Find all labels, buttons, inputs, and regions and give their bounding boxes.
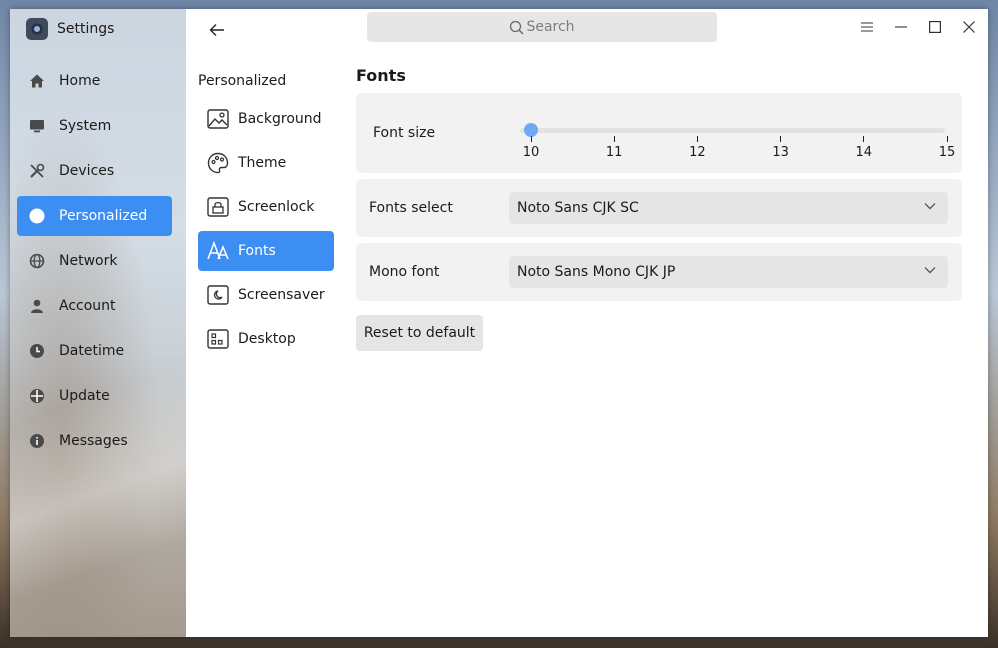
search-icon [510, 20, 524, 34]
clock-icon [29, 343, 45, 359]
palette-icon [206, 152, 230, 174]
slider-tick [780, 136, 782, 142]
font-size-slider-track[interactable] [520, 128, 945, 133]
subnav-title: Personalized [198, 73, 287, 89]
close-button[interactable] [959, 17, 979, 37]
sidebar-item-system[interactable]: System [17, 106, 172, 146]
user-icon [29, 298, 45, 314]
chevron-down-icon [924, 267, 936, 274]
image-icon [206, 108, 230, 130]
slider-tick [863, 136, 865, 142]
slider-tick-label: 13 [772, 145, 789, 160]
sidebar-item-label: System [59, 118, 112, 134]
monitor-icon [29, 118, 45, 134]
sidebar-item-account[interactable]: Account [17, 286, 172, 326]
fonts-select-value: Noto Sans CJK SC [517, 200, 639, 216]
subnav-item-screenlock[interactable]: Screenlock [198, 187, 334, 227]
app-header: Settings [26, 17, 114, 41]
slider-tick-label: 10 [522, 145, 540, 160]
palette-icon [29, 208, 45, 224]
mono-font-label: Mono font [369, 264, 440, 280]
app-title: Settings [57, 21, 115, 37]
subnav-item-label: Background [238, 111, 322, 127]
subnav-item-label: Fonts [238, 243, 276, 259]
font-size-label: Font size [373, 125, 436, 141]
sidebar: Settings Home System Devices Personalize… [10, 9, 186, 637]
sidebar-item-label: Update [59, 388, 110, 404]
tools-icon [29, 163, 45, 179]
slider-tick [530, 136, 532, 142]
sidebar-item-label: Network [59, 253, 118, 269]
globe-icon [29, 253, 45, 269]
slider-tick-label: 11 [605, 145, 623, 160]
font-size-slider-handle[interactable] [524, 123, 538, 137]
menu-icon [861, 22, 873, 32]
home-icon [29, 73, 45, 89]
sidebar-item-devices[interactable]: Devices [17, 151, 172, 191]
slider-tick-label: 12 [689, 145, 706, 160]
sidebar-item-datetime[interactable]: Datetime [17, 331, 172, 371]
sidebar-item-label: Personalized [59, 208, 148, 224]
fonts-select-label: Fonts select [369, 200, 453, 216]
subnav-item-screensaver[interactable]: Screensaver [198, 275, 334, 315]
sidebar-item-home[interactable]: Home [17, 61, 172, 101]
maximize-button[interactable] [925, 17, 945, 37]
menu-button[interactable] [857, 17, 877, 37]
back-button[interactable] [206, 19, 228, 41]
page-title: Fonts [356, 66, 406, 85]
slider-tick [946, 136, 948, 142]
subnav-item-desktop[interactable]: Desktop [198, 319, 334, 359]
subnav-item-label: Desktop [238, 331, 296, 347]
sidebar-item-personalized[interactable]: Personalized [17, 196, 172, 236]
sidebar-item-label: Datetime [59, 343, 125, 359]
fonts-select-dropdown[interactable]: Noto Sans CJK SC [509, 192, 948, 224]
font-icon [206, 240, 230, 262]
info-icon [29, 433, 45, 449]
sidebar-item-label: Home [59, 73, 101, 89]
slider-tick [613, 136, 615, 142]
subnav-item-fonts[interactable]: Fonts [198, 231, 334, 271]
subnav-item-theme[interactable]: Theme [198, 143, 334, 183]
arrow-left-icon [209, 24, 224, 36]
search-input[interactable]: Search [367, 12, 717, 42]
subnav-panel: Personalized Background Theme Screenlock [186, 9, 346, 637]
subnav-item-label: Theme [238, 155, 287, 171]
font-size-card: Font size 10 11 12 13 14 15 [356, 93, 962, 173]
mono-font-value: Noto Sans Mono CJK JP [517, 264, 676, 280]
close-icon [963, 21, 975, 33]
screenlock-icon [206, 196, 230, 218]
mono-font-card: Mono font Noto Sans Mono CJK JP [356, 243, 962, 301]
sidebar-item-network[interactable]: Network [17, 241, 172, 281]
subnav-item-label: Screensaver [238, 287, 325, 303]
slider-tick-label: 15 [938, 145, 956, 160]
slider-tick-label: 14 [855, 145, 873, 160]
screensaver-icon [206, 284, 230, 306]
chevron-down-icon [924, 203, 936, 210]
slider-tick [696, 136, 698, 142]
sidebar-item-label: Messages [59, 433, 128, 449]
desktop-icon [206, 328, 230, 350]
fonts-select-card: Fonts select Noto Sans CJK SC [356, 179, 962, 237]
search-placeholder: Search [526, 19, 575, 35]
mono-font-dropdown[interactable]: Noto Sans Mono CJK JP [509, 256, 948, 288]
subnav-item-label: Screenlock [238, 199, 315, 215]
subnav-item-background[interactable]: Background [198, 99, 334, 139]
maximize-icon [929, 21, 941, 33]
settings-app-icon [26, 18, 48, 40]
sidebar-item-update[interactable]: Update [17, 376, 172, 416]
sidebar-item-label: Account [59, 298, 116, 314]
minimize-icon [895, 26, 907, 28]
subnav-list: Background Theme Screenlock Fonts Screen… [198, 99, 334, 363]
update-icon [29, 388, 45, 404]
sidebar-item-label: Devices [59, 163, 115, 179]
reset-to-default-button[interactable]: Reset to default [356, 315, 483, 351]
settings-window: Settings Home System Devices Personalize… [10, 9, 988, 637]
sidebar-nav: Home System Devices Personalized Network… [17, 61, 172, 466]
minimize-button[interactable] [891, 17, 911, 37]
sidebar-item-messages[interactable]: Messages [17, 421, 172, 461]
